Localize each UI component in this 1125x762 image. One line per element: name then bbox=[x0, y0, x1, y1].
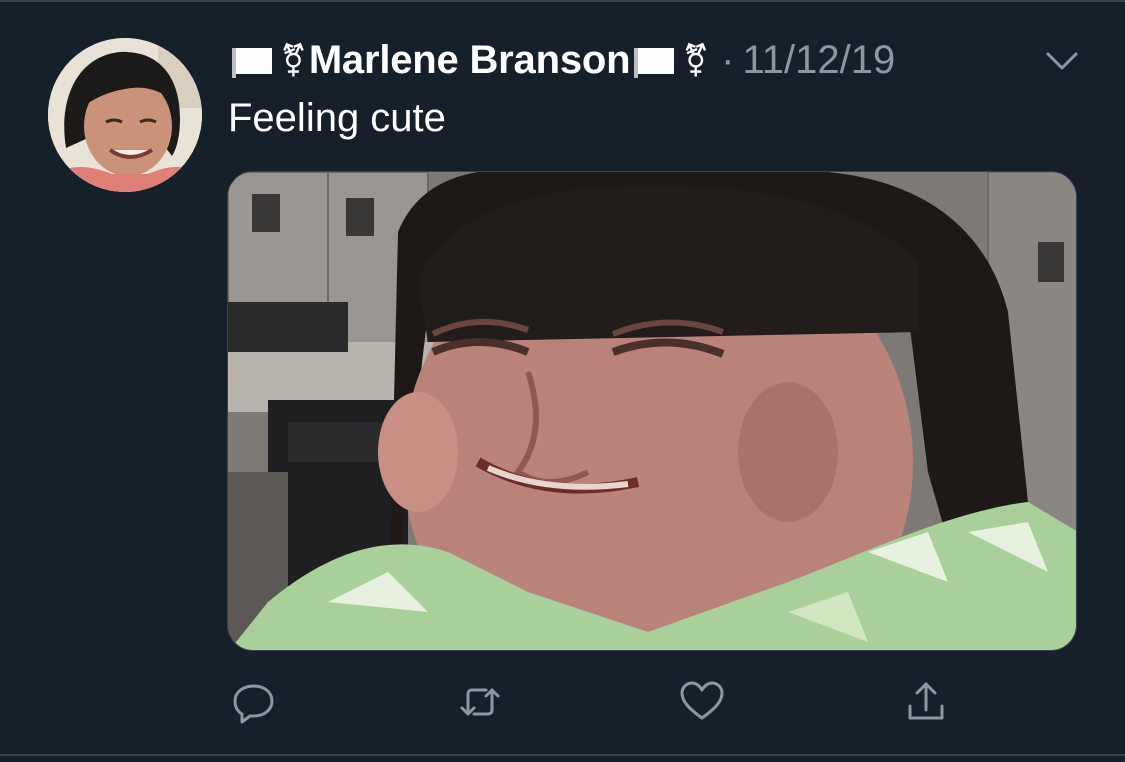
divider bbox=[0, 0, 1125, 2]
transgender-symbol-icon: ⚧ bbox=[280, 41, 307, 79]
heart-icon bbox=[680, 681, 724, 720]
reply-button[interactable] bbox=[230, 678, 278, 726]
white-flag-icon bbox=[228, 40, 276, 80]
reply-icon bbox=[233, 684, 274, 724]
retweet-button[interactable] bbox=[456, 678, 504, 726]
tweet-header: ⚧ Marlene Branson ⚧ · 11/12/19 bbox=[228, 34, 895, 86]
white-flag-icon bbox=[630, 40, 678, 80]
divider bbox=[0, 754, 1125, 756]
tweet-photo[interactable] bbox=[227, 171, 1077, 651]
avatar[interactable] bbox=[48, 38, 202, 192]
share-button[interactable] bbox=[902, 678, 950, 726]
tweet[interactable]: ⚧ Marlene Branson ⚧ · 11/12/19 Feeling c… bbox=[0, 0, 1125, 762]
transgender-symbol-icon: ⚧ bbox=[682, 41, 710, 79]
retweet-icon bbox=[460, 688, 500, 716]
timestamp[interactable]: 11/12/19 bbox=[743, 38, 896, 83]
share-icon bbox=[908, 682, 944, 720]
chevron-down-icon[interactable] bbox=[1040, 40, 1084, 80]
tweet-text: Feeling cute bbox=[228, 96, 446, 140]
separator-dot: · bbox=[721, 37, 735, 82]
like-button[interactable] bbox=[678, 678, 726, 726]
display-name[interactable]: Marlene Branson bbox=[309, 38, 631, 83]
